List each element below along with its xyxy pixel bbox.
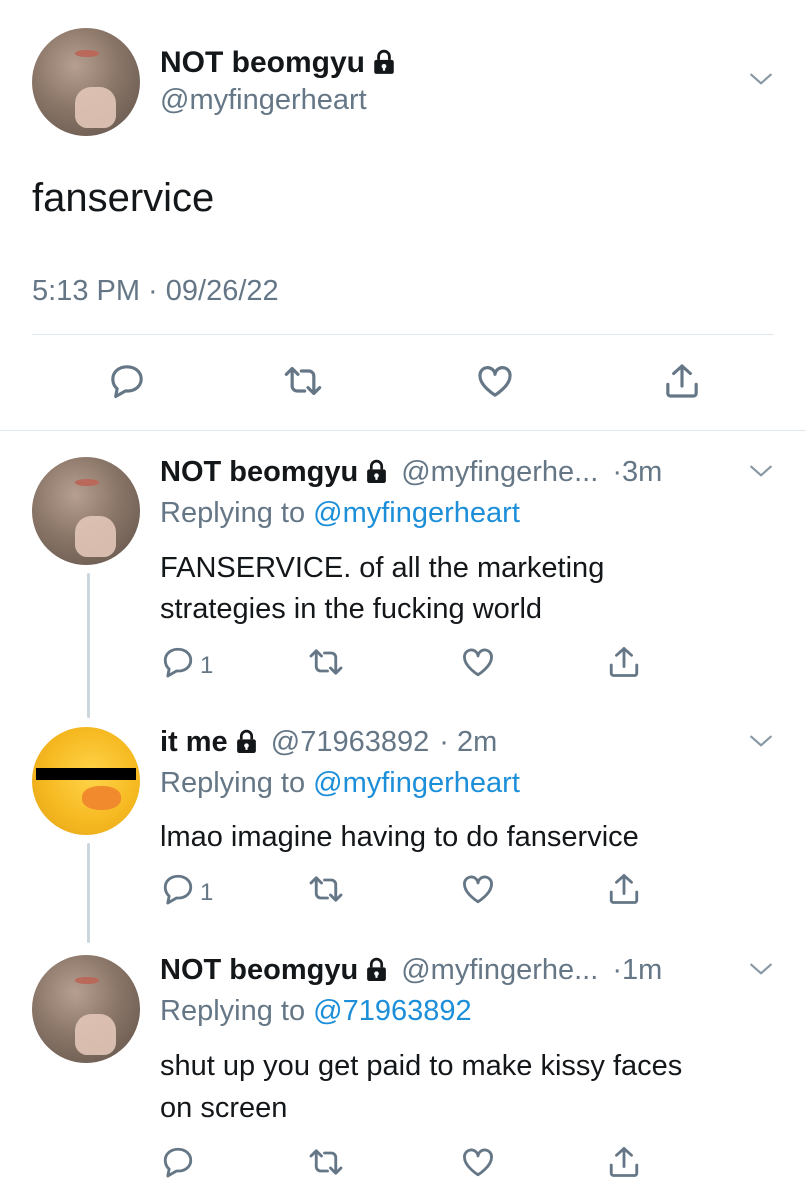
reply-icon[interactable] xyxy=(160,871,196,907)
avatar-detail xyxy=(75,1014,117,1056)
lock-icon xyxy=(364,459,389,484)
chevron-down-icon[interactable] xyxy=(748,458,774,484)
handle[interactable]: @myfingerheart xyxy=(160,84,367,117)
avatar-detail xyxy=(75,49,99,58)
like-icon[interactable] xyxy=(460,1144,496,1180)
reply-text: lmao imagine having to do fanservice xyxy=(160,817,639,858)
lock-icon xyxy=(364,957,389,982)
reply-header: NOT beomgyu @myfingerhe... ·1m xyxy=(160,954,662,987)
like-icon[interactable] xyxy=(475,361,515,401)
reply-icon[interactable] xyxy=(160,1144,196,1180)
thread-line xyxy=(87,573,90,718)
lock-icon xyxy=(371,49,397,75)
retweet-icon[interactable] xyxy=(308,1144,344,1180)
handle[interactable]: @myfingerhe... xyxy=(401,456,598,488)
reply-text: shut up you get paid to make kissy faces… xyxy=(160,1045,682,1129)
reply-text-line: on screen xyxy=(160,1092,288,1124)
share-icon[interactable] xyxy=(606,871,642,907)
reply-text-line: strategies in the fucking world xyxy=(160,593,543,625)
divider xyxy=(0,430,806,431)
replying-prefix: Replying to xyxy=(160,767,306,799)
mention-link[interactable]: @71963892 xyxy=(313,995,471,1027)
replying-to: Replying to @71963892 xyxy=(160,995,472,1028)
avatar[interactable] xyxy=(32,955,140,1063)
like-icon[interactable] xyxy=(460,871,496,907)
display-name[interactable]: NOT beomgyu xyxy=(160,954,358,986)
share-icon[interactable] xyxy=(662,361,702,401)
reply-time: · 2m xyxy=(439,726,498,758)
avatar-detail xyxy=(75,478,99,487)
reply-time: ·1m xyxy=(612,954,663,986)
reply-count: 1 xyxy=(200,879,214,906)
tweet-text: fanservice xyxy=(32,176,215,220)
reply-header: NOT beomgyu @myfingerhe... ·3m xyxy=(160,456,662,489)
avatar-detail xyxy=(75,87,117,129)
avatar[interactable] xyxy=(32,727,140,835)
reply-icon[interactable] xyxy=(160,644,196,680)
reply-time: ·3m xyxy=(612,456,663,488)
display-name[interactable]: it me xyxy=(160,726,228,758)
lock-icon xyxy=(234,729,259,754)
replying-to: Replying to @myfingerheart xyxy=(160,767,520,800)
reply-text-line: lmao imagine having to do fanservice xyxy=(160,821,639,853)
avatar-detail xyxy=(75,516,117,558)
timestamp[interactable]: 5:13 PM · 09/26/22 xyxy=(32,275,279,308)
handle[interactable]: @myfingerhe... xyxy=(401,954,598,986)
handle[interactable]: @71963892 xyxy=(271,726,429,758)
retweet-icon[interactable] xyxy=(308,644,344,680)
reply-count: 1 xyxy=(200,652,214,679)
chevron-down-icon[interactable] xyxy=(748,66,774,92)
mention-link[interactable]: @myfingerheart xyxy=(313,497,520,529)
avatar-detail xyxy=(81,786,121,811)
share-icon[interactable] xyxy=(606,644,642,680)
reply-text: FANSERVICE. of all the marketing strateg… xyxy=(160,548,604,630)
chevron-down-icon[interactable] xyxy=(748,956,774,982)
replying-prefix: Replying to xyxy=(160,497,306,529)
sunglasses xyxy=(36,768,136,780)
reply-text-line: FANSERVICE. of all the marketing xyxy=(160,552,605,584)
retweet-icon[interactable] xyxy=(283,361,323,401)
share-icon[interactable] xyxy=(606,1144,642,1180)
avatar-detail xyxy=(75,976,99,985)
divider xyxy=(32,334,774,335)
replying-prefix: Replying to xyxy=(160,995,306,1027)
replying-to: Replying to @myfingerheart xyxy=(160,497,520,530)
like-icon[interactable] xyxy=(460,644,496,680)
retweet-icon[interactable] xyxy=(308,871,344,907)
display-name-text: NOT beomgyu xyxy=(160,46,366,79)
display-name[interactable]: NOT beomgyu xyxy=(160,46,397,80)
reply-header: it me @71963892 · 2m xyxy=(160,726,497,759)
thread-line xyxy=(87,843,90,943)
avatar[interactable] xyxy=(32,457,140,565)
display-name[interactable]: NOT beomgyu xyxy=(160,456,358,488)
chevron-down-icon[interactable] xyxy=(748,728,774,754)
avatar[interactable] xyxy=(32,28,140,136)
mention-link[interactable]: @myfingerheart xyxy=(313,767,520,799)
reply-text-line: shut up you get paid to make kissy faces xyxy=(160,1050,683,1082)
reply-icon[interactable] xyxy=(107,361,147,401)
